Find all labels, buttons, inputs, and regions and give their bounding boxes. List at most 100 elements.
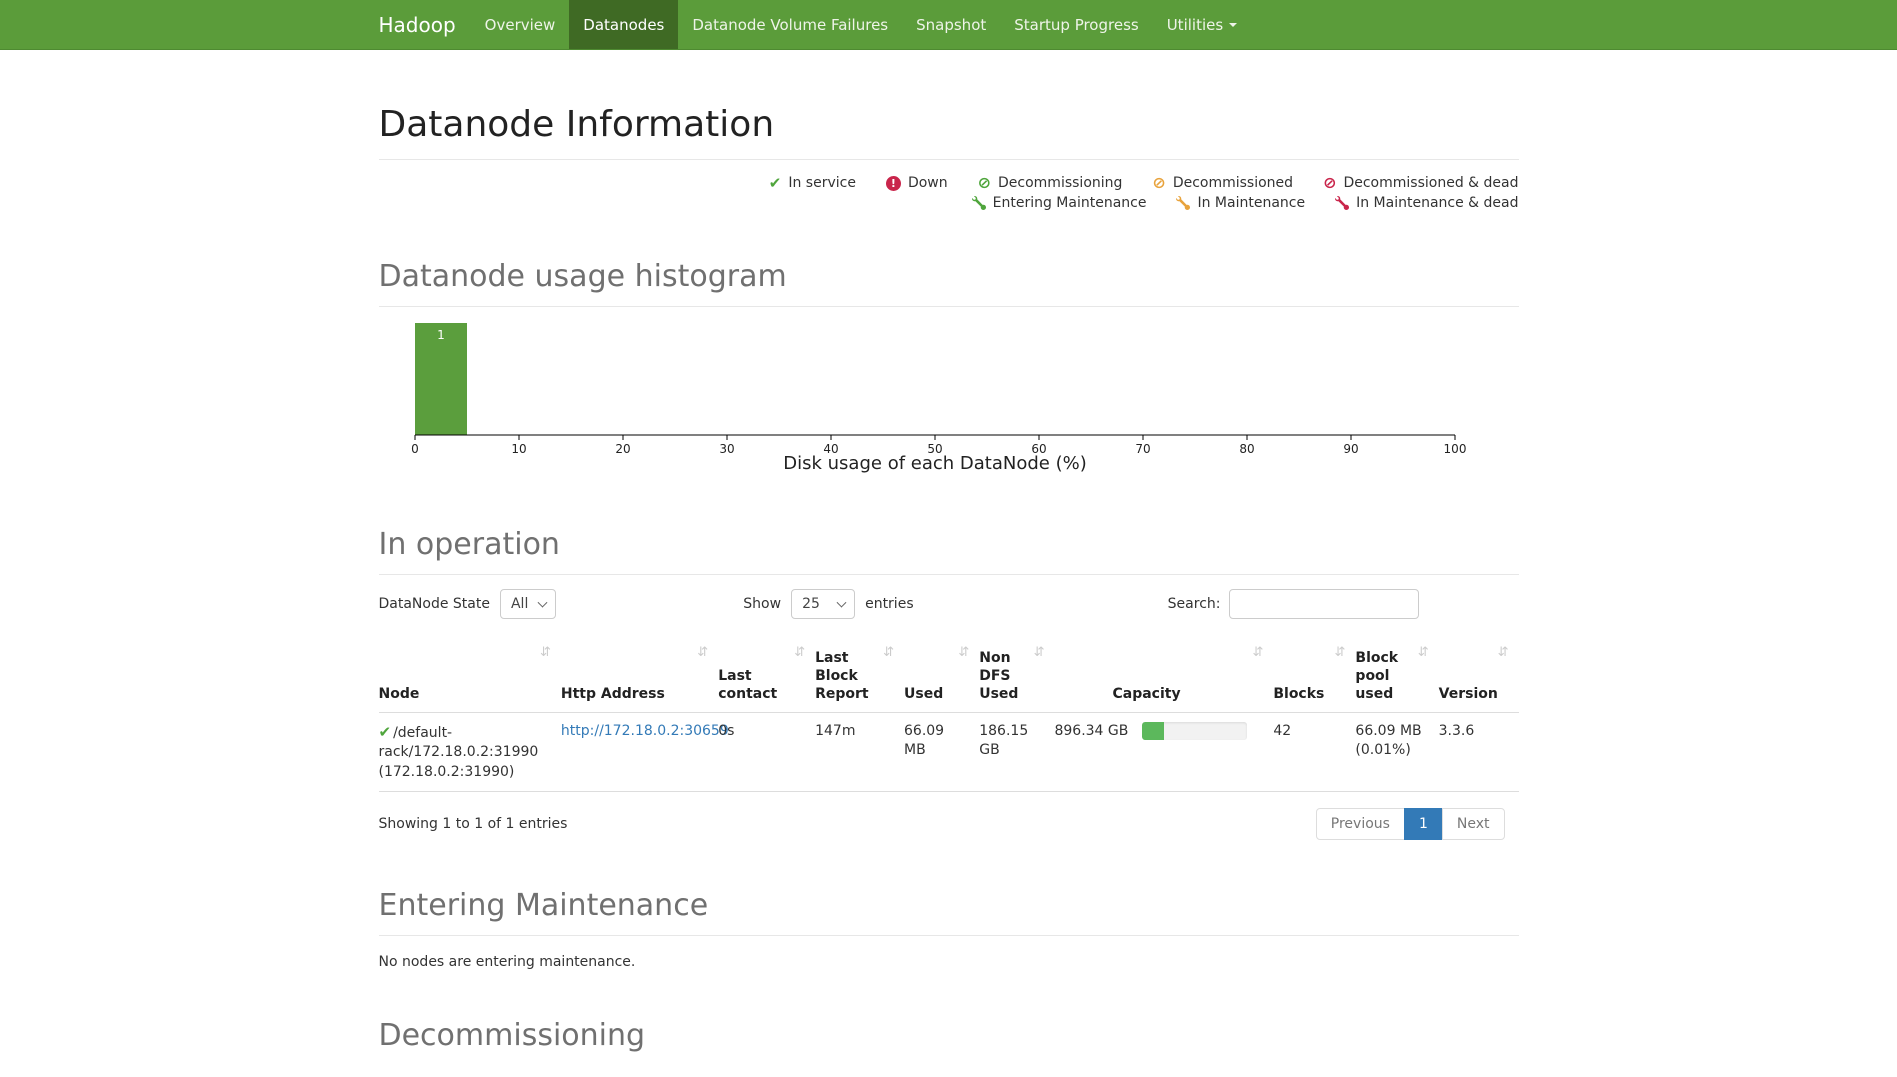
- nav-link-startup-progress[interactable]: Startup Progress: [1000, 0, 1152, 49]
- caret-down-icon: [1229, 23, 1237, 27]
- legend-item-label: Decommissioned & dead: [1343, 175, 1518, 191]
- legend-row: Entering Maintenance In Maintenance In Mai…: [972, 195, 1519, 211]
- column-header-label: Last Block Report: [815, 650, 869, 702]
- column-header-label: Used: [904, 686, 943, 702]
- sort-icon: ⇵: [1252, 645, 1263, 662]
- last-contact-cell: 0s: [718, 712, 815, 792]
- sort-icon: ⇵: [1034, 645, 1045, 662]
- used-cell: 66.09 MB: [904, 712, 979, 792]
- sort-icon: ⇵: [1498, 645, 1509, 662]
- version-cell: 3.3.6: [1439, 712, 1519, 792]
- entering-maintenance-heading: Entering Maintenance: [379, 888, 1519, 923]
- nav-link-datanode-volume-failures[interactable]: Datanode Volume Failures: [678, 0, 902, 49]
- x-tick-label: 80: [1239, 442, 1254, 456]
- column-header-label: Capacity: [1112, 686, 1180, 702]
- column-header-block-pool-used[interactable]: ⇵Block pool used: [1355, 641, 1438, 712]
- capacity-cell: 896.34 GB: [1054, 712, 1273, 792]
- divider: [379, 159, 1519, 160]
- sort-icon: ⇵: [794, 645, 805, 662]
- search-label: Search:: [1168, 596, 1221, 612]
- entering-maintenance-empty: No nodes are entering maintenance.: [379, 954, 1519, 970]
- sort-icon: ⇵: [1418, 645, 1429, 662]
- legend-item-label: In Maintenance: [1197, 195, 1305, 211]
- http-address-link[interactable]: http://172.18.0.2:30659: [561, 723, 729, 739]
- column-header-label: Blocks: [1273, 686, 1324, 702]
- column-header-label: Http Address: [561, 686, 665, 702]
- datanode-state-select-wrap: All: [500, 589, 556, 619]
- ban-icon: ⊘: [978, 175, 991, 191]
- capacity-progress-bar: [1142, 722, 1247, 740]
- datanodes-table: ⇵Node⇵Http Address⇵Last contact⇵Last Blo…: [379, 641, 1519, 792]
- x-tick-label: 100: [1443, 442, 1466, 456]
- x-tick-label: 90: [1343, 442, 1358, 456]
- navbar-brand[interactable]: Hadoop: [379, 0, 471, 49]
- nav-item-datanodes: Datanodes: [569, 0, 678, 49]
- column-header-non-dfs-used[interactable]: ⇵Non DFS Used: [979, 641, 1054, 712]
- legend-item-entering-maintenance: Entering Maintenance: [972, 195, 1147, 211]
- datanode-row: ✔/default-rack/172.18.0.2:31990 (172.18.…: [379, 712, 1519, 792]
- wrench-icon: [972, 196, 986, 210]
- search-control: Search:: [1168, 589, 1419, 619]
- x-tick-label: 10: [511, 442, 526, 456]
- block-pool-used-cell: 66.09 MB (0.01%): [1355, 712, 1438, 792]
- pagination: Previous1Next: [1316, 808, 1505, 840]
- column-header-used[interactable]: ⇵Used: [904, 641, 979, 712]
- wrench-icon: [1335, 196, 1349, 210]
- ban-icon: ⊘: [1152, 175, 1165, 191]
- x-tick-label: 70: [1135, 442, 1150, 456]
- page-link-1[interactable]: 1: [1404, 808, 1443, 840]
- show-entries-control: Show 25 entries: [743, 589, 1167, 619]
- nav-item-snapshot: Snapshot: [902, 0, 1000, 49]
- histogram-heading: Datanode usage histogram: [379, 259, 1519, 294]
- legend-item-down: !Down: [886, 174, 948, 192]
- main-content: Datanode Information ✔In service!Down⊘De…: [379, 104, 1519, 1053]
- nav-link-snapshot[interactable]: Snapshot: [902, 0, 1000, 49]
- table-controls: DataNode State All Show 25 entries Searc…: [379, 589, 1519, 619]
- nav-item-startup-progress: Startup Progress: [1000, 0, 1152, 49]
- entries-label: entries: [865, 596, 914, 612]
- column-header-blocks[interactable]: ⇵Blocks: [1273, 641, 1355, 712]
- capacity-value: 896.34 GB: [1054, 722, 1128, 742]
- nav-item-utilities: Utilities: [1153, 0, 1251, 49]
- last-block-report-cell: 147m: [815, 712, 904, 792]
- sort-icon: ⇵: [883, 645, 894, 662]
- column-header-capacity[interactable]: ⇵ Capacity: [1054, 641, 1273, 712]
- x-tick-label: 20: [615, 442, 630, 456]
- datanode-state-select[interactable]: All: [500, 589, 556, 619]
- ban-icon: ⊘: [1323, 175, 1336, 191]
- legend-item-in-maintenance: In Maintenance: [1176, 195, 1305, 211]
- capacity-progress-fill: [1142, 722, 1164, 740]
- in-operation-heading: In operation: [379, 527, 1519, 562]
- nav-link-datanodes[interactable]: Datanodes: [569, 0, 678, 49]
- page-item-previous: Previous: [1316, 808, 1405, 840]
- column-header-last-block-report[interactable]: ⇵ Last Block Report: [815, 641, 904, 712]
- legend-item-label: In service: [788, 175, 856, 191]
- search-input[interactable]: [1229, 589, 1419, 619]
- node-cell: ✔/default-rack/172.18.0.2:31990 (172.18.…: [379, 712, 561, 792]
- column-header-http-address[interactable]: ⇵Http Address: [561, 641, 718, 712]
- column-header-node[interactable]: ⇵Node: [379, 641, 561, 712]
- nav-item-overview: Overview: [471, 0, 570, 49]
- divider: [379, 574, 1519, 575]
- non-dfs-used-cell: 186.15 GB: [979, 712, 1054, 792]
- table-footer: Showing 1 to 1 of 1 entries Previous1Nex…: [379, 808, 1519, 840]
- datanode-state-control: DataNode State All: [379, 589, 744, 619]
- nav-item-datanode-volume-failures: Datanode Volume Failures: [678, 0, 902, 49]
- legend-item-decommissioned: ⊘Decommissioned: [1152, 174, 1293, 192]
- decommissioning-heading: Decommissioning: [379, 1018, 1519, 1053]
- legend-item-in-maintenance-dead: In Maintenance & dead: [1335, 195, 1518, 211]
- legend-item-label: Down: [908, 175, 948, 191]
- show-entries-select[interactable]: 25: [791, 589, 855, 619]
- histogram-bar-count: 1: [437, 328, 445, 342]
- x-tick-label: 0: [411, 442, 419, 456]
- page-link-previous[interactable]: Previous: [1316, 808, 1405, 840]
- column-header-last-contact[interactable]: ⇵Last contact: [718, 641, 815, 712]
- check-icon: ✔: [379, 723, 392, 741]
- nav-link-utilities[interactable]: Utilities: [1153, 0, 1251, 49]
- divider: [379, 306, 1519, 307]
- nav-link-overview[interactable]: Overview: [471, 0, 570, 49]
- legend-row: ✔In service!Down⊘Decommissioning⊘Decommi…: [769, 174, 1519, 192]
- column-header-version[interactable]: ⇵ Version: [1439, 641, 1519, 712]
- column-header-label: Version: [1439, 686, 1498, 702]
- page-link-next[interactable]: Next: [1442, 808, 1505, 840]
